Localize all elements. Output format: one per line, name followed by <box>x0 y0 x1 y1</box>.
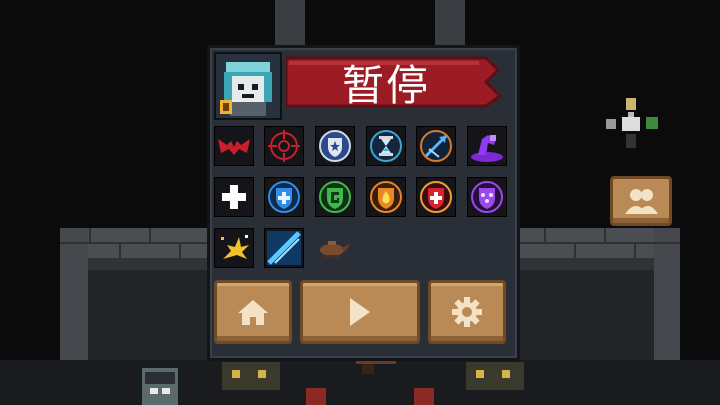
hourglass-icon <box>370 130 402 162</box>
health-shield-icon <box>420 181 452 213</box>
shield-star-icon <box>319 130 351 162</box>
home-icon <box>238 300 268 325</box>
explosion-buff[interactable] <box>214 228 254 268</box>
bat-wings-icon <box>218 139 250 155</box>
purple-hand-icon <box>471 135 503 162</box>
green-shield-buff[interactable] <box>315 177 355 217</box>
purple-shield-buff[interactable] <box>467 177 507 217</box>
health-shield-buff[interactable] <box>416 177 456 217</box>
fire-shield-buff[interactable] <box>366 177 406 217</box>
crosshair-buff[interactable] <box>264 126 304 166</box>
home-button[interactable] <box>214 280 292 344</box>
party-icon <box>625 189 658 214</box>
explosion-icon <box>221 235 249 259</box>
plus-icon <box>222 185 246 209</box>
settings-button[interactable] <box>428 280 506 344</box>
purple-hand-buff[interactable] <box>467 126 507 166</box>
character-avatar <box>214 52 282 120</box>
blue-blade-buff[interactable] <box>264 228 304 268</box>
plus-buff[interactable] <box>214 177 254 217</box>
party-button[interactable] <box>610 176 672 226</box>
purple-shield-icon <box>471 181 503 213</box>
pause-title: 暂停 <box>341 60 430 110</box>
bat-wings-buff[interactable] <box>214 126 254 166</box>
magic-lamp-icon <box>320 241 350 258</box>
arrow-slash-buff[interactable] <box>416 126 456 166</box>
crosshair-icon <box>268 130 300 162</box>
hourglass-buff[interactable] <box>366 126 406 166</box>
fire-shield-icon <box>370 181 402 213</box>
character-portrait-icon <box>216 54 280 118</box>
resume-button[interactable] <box>300 280 420 344</box>
blue-shield-icon <box>268 181 300 213</box>
blue-blade-icon <box>267 231 301 265</box>
arrow-slash-icon <box>420 130 452 162</box>
green-shield-icon <box>319 181 351 213</box>
shield-star-buff[interactable] <box>315 126 355 166</box>
gear-icon <box>452 297 482 327</box>
blue-shield-buff[interactable] <box>264 177 304 217</box>
magic-lamp-buff[interactable] <box>312 228 352 268</box>
play-icon <box>350 298 370 326</box>
